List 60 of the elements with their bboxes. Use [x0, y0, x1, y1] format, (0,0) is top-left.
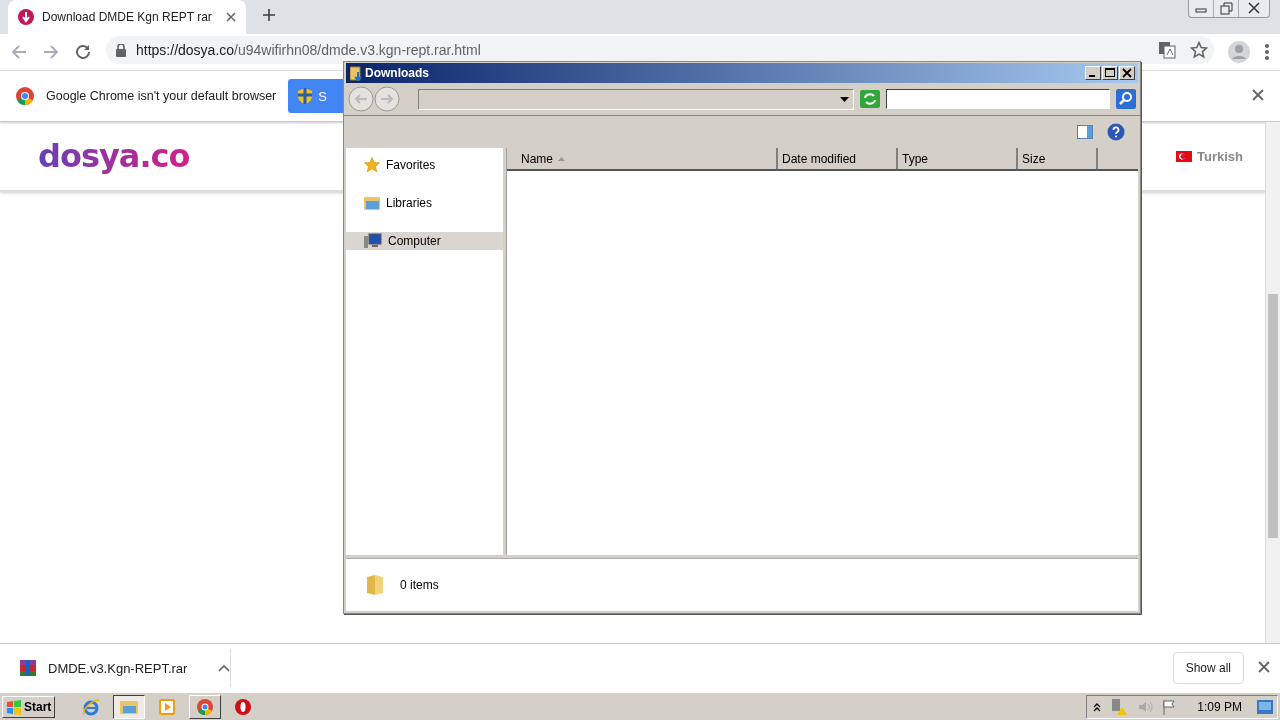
site-icon	[18, 9, 34, 25]
star-icon	[364, 157, 380, 173]
download-item[interactable]: DMDE.v3.Kgn-REPT.rar	[20, 649, 231, 687]
language-link[interactable]: Turkish	[1197, 148, 1243, 164]
window-title: Downloads	[365, 66, 430, 80]
nav-item[interactable]: Computer	[346, 232, 503, 250]
address-field[interactable]	[418, 88, 854, 110]
search-field[interactable]	[886, 89, 1110, 109]
shield-icon	[298, 88, 313, 104]
folder-icon	[350, 65, 362, 81]
flag-icon[interactable]	[1162, 698, 1177, 715]
refresh-icon[interactable]	[860, 90, 880, 108]
nav-item[interactable]: Favorites	[346, 156, 503, 174]
browser-tab[interactable]: Download DMDE Kgn REPT rar	[8, 0, 246, 34]
folder-icon	[366, 574, 384, 596]
folder-icon	[364, 195, 380, 211]
clock: 1:09 PM	[1197, 699, 1242, 714]
caret-icon[interactable]	[218, 664, 230, 672]
infobar-message: Google Chrome isn't your default browser	[46, 89, 277, 103]
item-count: 0 items	[400, 578, 439, 592]
minimize-icon[interactable]	[1085, 66, 1101, 80]
column-header[interactable]: Type	[898, 148, 1018, 169]
column-header[interactable]: Name	[507, 148, 778, 169]
lock-icon	[116, 43, 126, 57]
close-icon[interactable]	[1252, 88, 1264, 101]
chrome-icon[interactable]	[197, 698, 214, 715]
chrome-icon	[16, 87, 34, 105]
url-text: https://dosya.co/u94wifirhn08/dmde.v3.kgn-rept.rar.html	[136, 42, 481, 58]
dropdown-icon	[840, 96, 849, 102]
help-icon[interactable]	[1107, 123, 1125, 141]
close-icon[interactable]	[1258, 660, 1270, 673]
start-button[interactable]: Start	[2, 695, 56, 718]
search-icon[interactable]	[1116, 89, 1136, 109]
window-title-bar[interactable]: Downloads	[346, 63, 1138, 83]
new-tab-icon[interactable]	[262, 8, 276, 22]
address-bar[interactable]: https://dosya.co/u94wifirhn08/dmde.v3.kgn-rept.rar.html	[106, 36, 1214, 64]
column-header[interactable]: Size	[1018, 148, 1098, 169]
chevron-icon[interactable]	[1093, 701, 1102, 712]
preview-pane-icon[interactable]	[1077, 125, 1093, 139]
close-icon[interactable]	[226, 12, 236, 22]
translate-icon[interactable]	[1158, 41, 1176, 59]
reload-icon[interactable]	[74, 43, 92, 61]
computer-icon	[364, 233, 382, 249]
show-all-button[interactable]: Show all	[1172, 652, 1244, 684]
archive-icon	[20, 660, 36, 676]
file-name: DMDE.v3.Kgn-REPT.rar	[48, 660, 189, 676]
windows-logo-icon	[6, 698, 22, 715]
show-desktop-icon[interactable]	[1257, 699, 1273, 714]
ie-icon[interactable]	[82, 697, 101, 716]
column-header[interactable]: Date modified	[778, 148, 898, 169]
profile-icon[interactable]	[1228, 41, 1250, 63]
scrollbar[interactable]	[1265, 122, 1280, 643]
maximize-icon[interactable]	[1102, 66, 1118, 80]
tab-title: Download DMDE Kgn REPT rar	[42, 10, 213, 24]
sort-icon	[558, 156, 565, 161]
opera-icon[interactable]	[235, 698, 252, 715]
star-icon[interactable]	[1190, 41, 1208, 59]
flag-icon	[1176, 150, 1192, 162]
nav-item[interactable]: Libraries	[346, 194, 503, 212]
menu-icon[interactable]	[1264, 43, 1270, 61]
